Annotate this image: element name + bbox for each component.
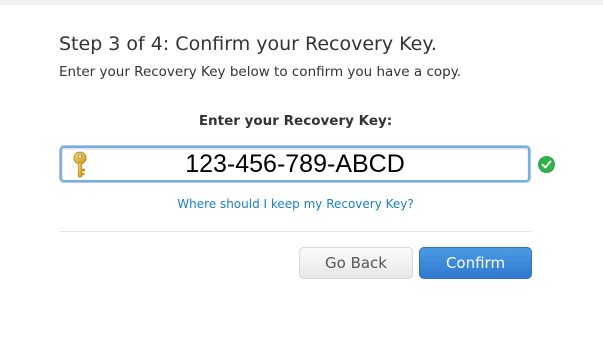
recovery-key-value[interactable]: 123-456-789-ABCD [122,149,468,179]
recovery-key-help-link[interactable]: Where should I keep my Recovery Key? [59,197,532,211]
confirm-button[interactable]: Confirm [419,247,532,279]
recovery-key-field[interactable]: 123-456-789-ABCD [60,146,530,182]
key-icon [73,151,87,178]
recovery-key-label: Enter your Recovery Key: [198,113,393,129]
checkmark-circle-icon [538,156,555,173]
dialog-sheet: Step 3 of 4: Confirm your Recovery Key. … [0,5,603,352]
divider [59,231,531,232]
dialog-subtitle: Enter your Recovery Key below to confirm… [59,64,462,80]
dialog-title: Step 3 of 4: Confirm your Recovery Key. [59,33,437,55]
go-back-button[interactable]: Go Back [299,247,413,279]
